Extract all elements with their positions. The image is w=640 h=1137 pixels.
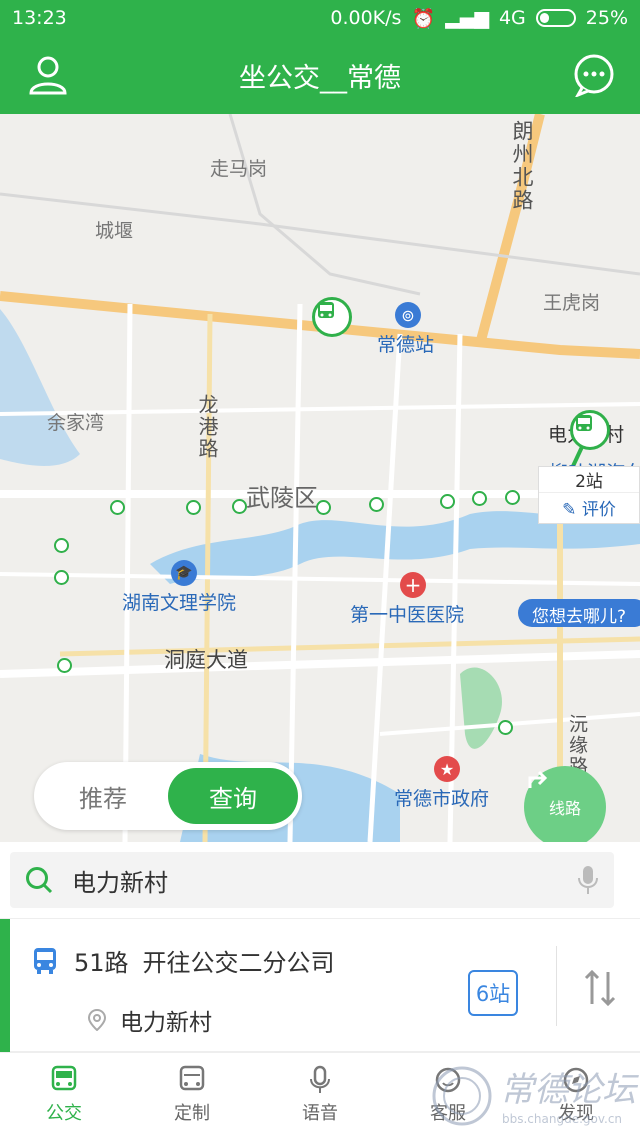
map-label-wuling: 武陵区 [246,484,318,512]
swap-direction-button[interactable] [578,966,622,1010]
status-bar: 13:23 0.00K/s ⏰ ▂▄▆ 4G 25% [0,0,640,36]
map-label-dongting: 洞庭大道 [164,648,248,672]
tab-custom[interactable]: 定制 [128,1053,256,1137]
watermark-text: 常德论坛 [500,1070,636,1110]
route-card[interactable]: 51路 开往公交二分公司 电力新村 [0,918,640,1053]
message-icon[interactable] [572,53,616,98]
forum-watermark: 常德论坛 bbs.changde.gov.cn [430,1058,640,1134]
network-type: 4G [498,7,526,29]
map-label-chengyan: 城堰 [95,220,134,242]
map-label-langzhou: 朗州北路 [510,120,534,212]
stations-badge[interactable]: 6站 [468,970,518,1016]
bus-icon [34,947,56,974]
stop-name: 电力新村 [120,1010,212,1036]
map-view[interactable]: 走马岗 城堰 朗州北路 王虎岗 常德站 余家湾 龙港路 武陵区 湖南文理学院 第… [0,114,640,842]
route-direction: 开往公交二分公司 [142,949,335,977]
government-icon[interactable]: ★ [434,756,460,782]
route-stop[interactable] [110,500,125,515]
map-label-changde-station: 常德站 [377,334,435,356]
route-stop[interactable] [186,500,201,515]
rate-button[interactable]: ✎ 评价 [539,492,639,520]
location-pin-icon [88,1009,106,1031]
route-stop[interactable] [54,570,69,585]
route-stop[interactable] [232,499,247,514]
route-stop[interactable] [369,497,384,512]
route-icon [528,770,548,788]
search-input[interactable] [54,866,576,894]
watermark-seal [432,1066,492,1126]
map-label-zouma: 走马岗 [210,158,268,180]
route-stop[interactable] [472,491,487,506]
user-icon[interactable] [26,53,70,97]
popup-stations: 2站 [575,472,603,492]
microphone-icon [310,1065,330,1093]
route-number: 51路 [74,949,129,977]
map-label-government: 常德市政府 [394,788,490,810]
battery-icon [535,9,576,27]
search-icon [26,867,53,894]
map-label-yujiawan: 余家湾 [47,412,105,434]
map-label-wanghu: 王虎岗 [543,292,601,314]
edit-icon: ✎ [562,500,577,520]
school-icon[interactable]: 🎓 [171,560,197,586]
route-stop[interactable] [498,720,513,735]
bus-stop-marker-selected[interactable] [570,410,610,450]
network-speed: 0.00K/s [330,7,402,29]
mode-toggle: 推荐 查询 [34,762,302,830]
train-station-icon[interactable]: ⊚ [395,302,421,328]
tab-query[interactable]: 查询 [168,768,298,824]
route-stop[interactable] [54,538,69,553]
battery-percent: 25% [585,7,628,29]
page-title: 坐公交__常德 [239,62,401,94]
map-label-hunan-wenli: 湖南文理学院 [122,592,237,614]
watermark-url: bbs.changde.gov.cn [502,1112,623,1126]
bus-icon [51,1065,77,1091]
tab-voice[interactable]: 语音 [256,1053,384,1137]
app-bar: 坐公交__常德 [0,36,640,114]
status-time: 13:23 [12,7,67,29]
microphone-icon[interactable] [576,864,600,896]
station-popup[interactable]: 2站 ✎ 评价 [538,466,640,524]
route-stop[interactable] [57,658,72,673]
route-button[interactable]: 线路 [524,766,606,842]
route-stop[interactable] [440,494,455,509]
destination-tip[interactable]: 您想去哪儿? [518,599,640,627]
custom-bus-icon [179,1065,205,1091]
route-stop[interactable] [505,490,520,505]
bus-stop-marker[interactable] [312,297,352,337]
swap-icon [584,969,616,1007]
tab-bus[interactable]: 公交 [0,1053,128,1137]
signal-icon: ▂▄▆ [445,7,489,29]
route-stop[interactable] [316,500,331,515]
map-label-longgang: 龙港路 [195,394,219,460]
tab-recommend[interactable]: 推荐 [38,768,168,824]
map-label-hospital: 第一中医医院 [350,604,465,626]
alarm-icon: ⏰ [411,7,436,30]
hospital-icon[interactable]: + [400,572,426,598]
search-bar [10,852,614,908]
